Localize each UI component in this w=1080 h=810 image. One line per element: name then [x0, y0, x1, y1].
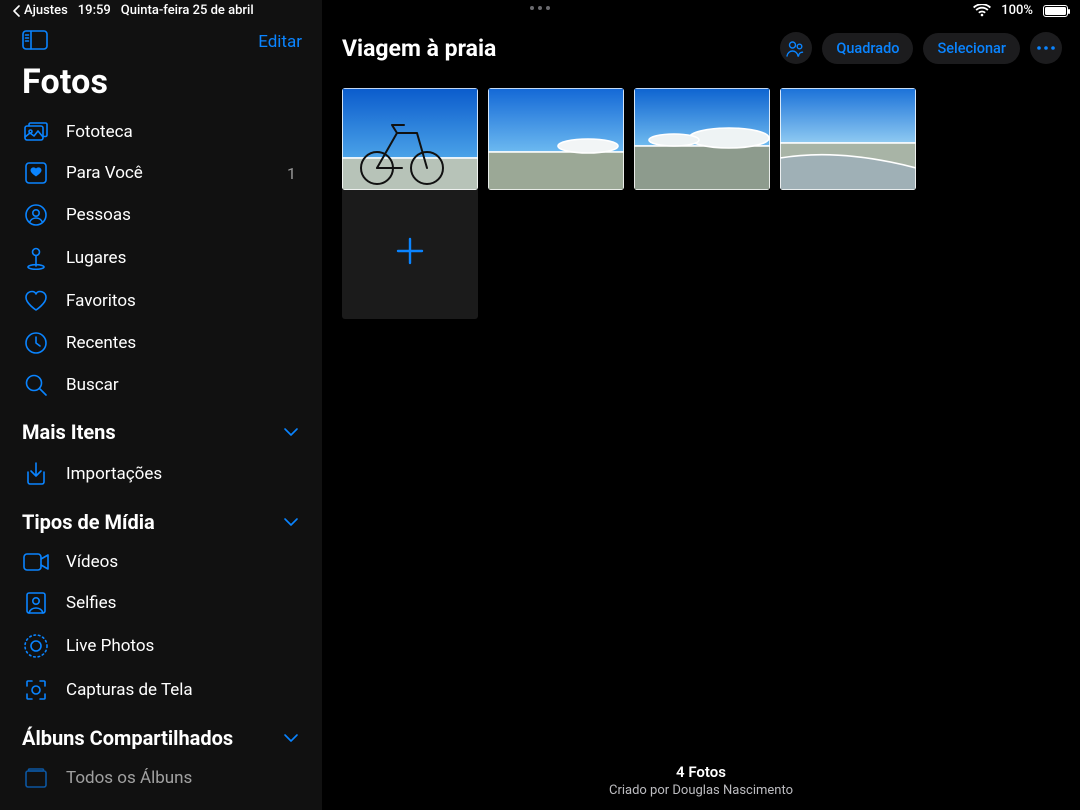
sidebar-item-library[interactable]: Fototeca [0, 112, 322, 152]
sidebar-item-label: Selfies [66, 593, 300, 613]
foryou-icon [22, 162, 50, 184]
photo-thumbnail[interactable] [488, 88, 624, 190]
section-more-items[interactable]: Mais Itens [0, 406, 322, 452]
section-label: Álbuns Compartilhados [22, 726, 233, 750]
chevron-down-icon [282, 513, 300, 531]
sidebar-item-favorites[interactable]: Favoritos [0, 280, 322, 322]
section-label: Mais Itens [22, 420, 116, 444]
more-button[interactable] [1030, 32, 1062, 64]
shared-indicator-button[interactable] [780, 32, 812, 64]
sidebar-item-people[interactable]: Pessoas [0, 194, 322, 236]
battery-pct: 100% [1001, 3, 1033, 18]
sidebar-item-badge: 1 [287, 164, 300, 183]
sidebar-item-label: Importações [66, 464, 300, 484]
photo-grid [322, 64, 1080, 319]
sidebar-item-recents[interactable]: Recentes [0, 322, 322, 364]
selfie-icon [22, 592, 50, 614]
photo-count-label: 4 Fotos [322, 763, 1080, 781]
album-footer: 4 Fotos Criado por Douglas Nascimento [322, 763, 1080, 798]
main-content: Viagem à praia Quadrado Selecionar [322, 0, 1080, 810]
sidebar-item-screenshots[interactable]: Capturas de Tela [0, 668, 322, 712]
livephoto-icon [22, 634, 50, 658]
photo-thumbnail[interactable] [342, 88, 478, 190]
sidebar-item-label: Recentes [66, 333, 300, 353]
sidebar-item-foryou[interactable]: Para Você 1 [0, 152, 322, 194]
chevron-left-icon [12, 5, 22, 17]
album-title: Viagem à praia [342, 35, 496, 62]
status-date: Quinta-feira 25 de abril [121, 3, 254, 18]
places-icon [22, 246, 50, 270]
sidebar-title: Fotos [0, 54, 322, 112]
screenshot-icon [22, 678, 50, 702]
section-media-types[interactable]: Tipos de Mídia [0, 496, 322, 542]
edit-button[interactable]: Editar [258, 32, 302, 52]
sidebar-item-imports[interactable]: Importações [0, 452, 322, 496]
sidebar-item-label: Lugares [66, 248, 300, 268]
status-time: 19:59 [78, 3, 111, 18]
sidebar-item-label: Pessoas [66, 205, 300, 225]
add-photo-button[interactable] [342, 183, 478, 319]
photo-thumbnail[interactable] [634, 88, 770, 190]
section-label: Tipos de Mídia [22, 510, 155, 534]
battery-icon [1043, 5, 1068, 17]
back-app-label: Ajustes [24, 3, 68, 18]
sidebar-item-label: Vídeos [66, 552, 300, 572]
people-icon [22, 204, 50, 226]
album-creator-label: Criado por Douglas Nascimento [322, 783, 1080, 798]
sidebar-item-label: Capturas de Tela [66, 680, 300, 700]
multitask-dots[interactable] [530, 6, 550, 10]
import-icon [22, 462, 50, 486]
album-header: Viagem à praia Quadrado Selecionar [322, 22, 1080, 64]
sidebar-nav: Fototeca Para Você 1 Pessoas Lugares Fav… [0, 112, 322, 798]
chevron-down-icon [282, 729, 300, 747]
sidebar-item-selfies[interactable]: Selfies [0, 582, 322, 624]
sidebar-item-label: Todos os Álbuns [66, 768, 300, 788]
sidebar-item-search[interactable]: Buscar [0, 364, 322, 406]
sidebar-toggle-icon[interactable] [22, 30, 48, 54]
section-shared-albums[interactable]: Álbuns Compartilhados [0, 712, 322, 758]
sidebar: Editar Fotos Fototeca Para Você 1 Pessoa… [0, 0, 322, 810]
sidebar-item-livephotos[interactable]: Live Photos [0, 624, 322, 668]
sidebar-item-videos[interactable]: Vídeos [0, 542, 322, 582]
back-to-app[interactable]: Ajustes [12, 3, 68, 18]
album-icon [22, 768, 50, 788]
sidebar-item-label: Live Photos [66, 636, 300, 656]
select-button[interactable]: Selecionar [923, 33, 1020, 64]
photo-thumbnail[interactable] [780, 88, 916, 190]
chevron-down-icon [282, 423, 300, 441]
sidebar-item-label: Fototeca [66, 122, 300, 142]
sidebar-item-places[interactable]: Lugares [0, 236, 322, 280]
video-icon [22, 553, 50, 571]
sidebar-item-all-albums[interactable]: Todos os Álbuns [0, 758, 322, 798]
plus-icon [395, 236, 425, 266]
library-icon [22, 122, 50, 142]
search-icon [22, 374, 50, 396]
aspect-button[interactable]: Quadrado [822, 33, 913, 64]
heart-icon [22, 290, 50, 312]
sidebar-item-label: Favoritos [66, 291, 300, 311]
sidebar-item-label: Buscar [66, 375, 300, 395]
sidebar-item-label: Para Você [66, 163, 271, 183]
wifi-icon [973, 4, 991, 17]
clock-icon [22, 332, 50, 354]
status-bar: Ajustes 19:59 Quinta-feira 25 de abril 1… [0, 0, 1080, 21]
